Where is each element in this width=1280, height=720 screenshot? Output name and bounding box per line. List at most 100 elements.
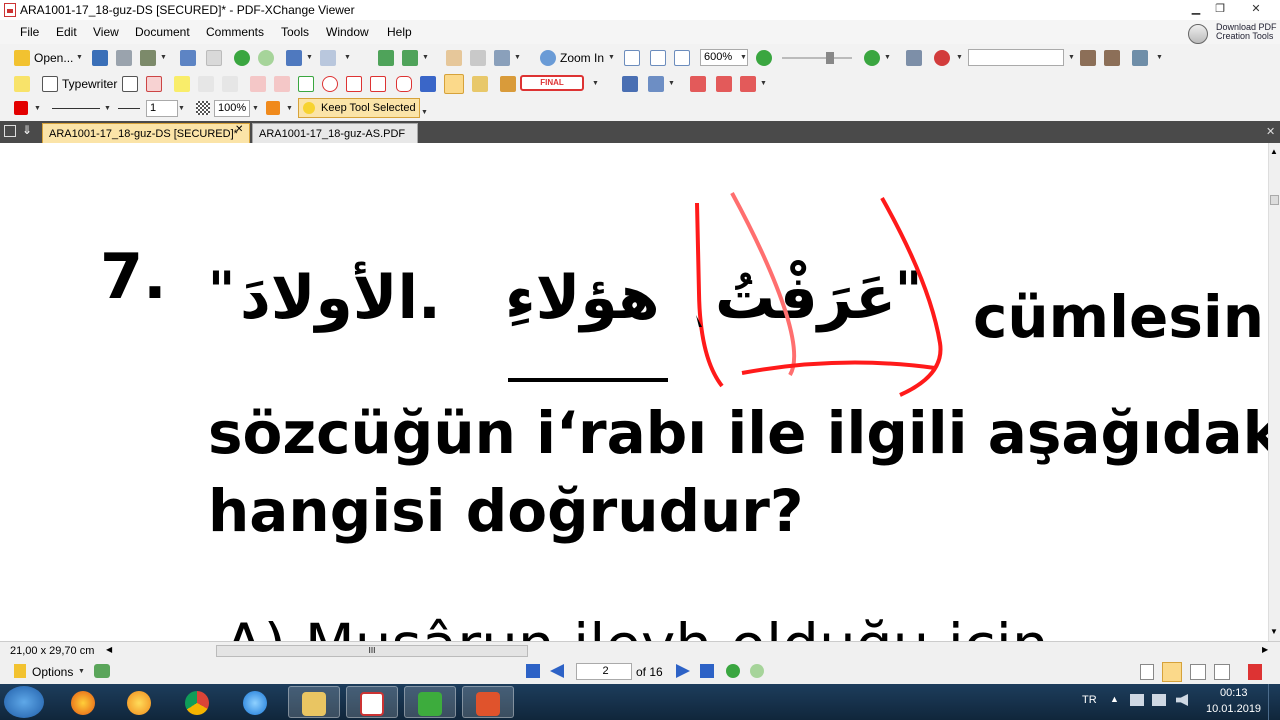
snapshot-icon[interactable] xyxy=(494,50,510,66)
clock-time[interactable]: 00:13 xyxy=(1220,687,1248,699)
search-input[interactable] xyxy=(968,49,1064,66)
tab-list-icon[interactable]: ⇓ xyxy=(22,123,32,137)
rectangle-icon[interactable] xyxy=(298,76,314,92)
attach-file-icon[interactable] xyxy=(622,76,638,92)
line-width-dropdown-icon[interactable]: ▼ xyxy=(178,105,185,112)
pdf-export-icon[interactable] xyxy=(1248,664,1262,680)
zoom-dropdown-icon[interactable]: ▼ xyxy=(740,54,747,61)
zoom-plus-icon[interactable] xyxy=(864,50,880,66)
current-page-field[interactable]: 2 xyxy=(576,663,632,680)
scan-icon[interactable] xyxy=(140,50,156,66)
menu-file[interactable]: File xyxy=(20,25,39,39)
polygon-icon[interactable] xyxy=(346,76,362,92)
properties-icon[interactable] xyxy=(180,50,196,66)
options-dropdown-icon[interactable]: ▼ xyxy=(78,668,85,675)
menu-tools[interactable]: Tools xyxy=(281,25,309,39)
taskbar-camtasia-red[interactable] xyxy=(462,686,514,718)
zoom-in-label[interactable]: Zoom In xyxy=(560,51,604,65)
zoom-plus-dropdown-icon[interactable]: ▼ xyxy=(884,54,891,61)
redo-icon[interactable] xyxy=(320,50,336,66)
cloud-icon[interactable] xyxy=(396,76,412,92)
fit-width-icon[interactable] xyxy=(674,50,690,66)
search-dropdown-icon[interactable]: ▼ xyxy=(1068,54,1075,61)
action-center-icon[interactable] xyxy=(1130,694,1144,706)
text-box-icon[interactable] xyxy=(122,76,138,92)
measure-distance-icon[interactable] xyxy=(690,76,706,92)
measure-dropdown-icon[interactable]: ▼ xyxy=(760,80,767,87)
tools-dropdown-icon[interactable]: ▼ xyxy=(1156,54,1163,61)
style-dropdown-icon[interactable]: ▼ xyxy=(286,105,293,112)
close-button[interactable]: ✕ xyxy=(1236,0,1276,18)
fit-page-icon[interactable] xyxy=(650,50,666,66)
menu-edit[interactable]: Edit xyxy=(56,25,77,39)
taskbar-explorer[interactable] xyxy=(288,686,340,718)
close-all-tabs-icon[interactable]: ✕ xyxy=(1266,125,1275,138)
pencil-icon[interactable] xyxy=(444,74,464,94)
menu-window[interactable]: Window xyxy=(326,25,369,39)
stamp-icon[interactable] xyxy=(500,76,516,92)
show-desktop-button[interactable] xyxy=(1268,684,1280,720)
vertical-scrollbar[interactable]: ▲ ▼ xyxy=(1268,143,1280,641)
tools-options-icon[interactable] xyxy=(1132,50,1148,66)
taskbar-media-player[interactable] xyxy=(114,686,166,718)
tab-document-as[interactable]: ARA1001-17_18-guz-AS.PDF xyxy=(252,123,418,143)
taskbar-chrome[interactable] xyxy=(172,686,224,718)
menu-view[interactable]: View xyxy=(93,25,119,39)
tab-document-ds[interactable]: ARA1001-17_18-guz-DS [SECURED]* ✕ xyxy=(42,123,250,143)
line-style-swatch[interactable] xyxy=(52,108,100,109)
line-width-field[interactable]: 1 xyxy=(146,100,178,117)
pin-icon[interactable] xyxy=(420,76,436,92)
arrow-icon[interactable] xyxy=(250,76,266,92)
redo-dropdown-icon[interactable]: ▼ xyxy=(344,54,351,61)
volume-icon[interactable] xyxy=(1176,694,1188,706)
nav-back-icon[interactable] xyxy=(726,664,740,678)
typewriter-icon[interactable] xyxy=(42,76,58,92)
sound-icon[interactable] xyxy=(648,76,664,92)
hscroll-left-icon[interactable]: ◀ xyxy=(106,645,112,654)
paste-dropdown-icon[interactable]: ▼ xyxy=(422,54,429,61)
options-button[interactable]: Options xyxy=(32,665,73,679)
callout-icon[interactable] xyxy=(146,76,162,92)
prev-page-icon[interactable] xyxy=(550,664,564,678)
snapshot-dropdown-icon[interactable]: ▼ xyxy=(514,54,521,61)
actual-size-icon[interactable] xyxy=(624,50,640,66)
menu-comments[interactable]: Comments xyxy=(206,25,264,39)
paste-icon[interactable] xyxy=(402,50,418,66)
find-icon[interactable] xyxy=(906,50,922,66)
ocr-icon[interactable] xyxy=(206,50,222,66)
open-folder-icon[interactable] xyxy=(14,50,30,66)
taskbar-camtasia-green[interactable] xyxy=(404,686,456,718)
red-pen-annotation[interactable] xyxy=(0,143,1268,641)
zoom-slider[interactable] xyxy=(782,57,852,59)
sound-dropdown-icon[interactable]: ▼ xyxy=(668,80,675,87)
select-text-icon[interactable] xyxy=(470,50,486,66)
final-stamp-preview[interactable]: FINAL xyxy=(520,75,584,91)
scroll-down-icon[interactable]: ▼ xyxy=(1270,627,1278,636)
scroll-up-icon[interactable]: ▲ xyxy=(1270,147,1278,156)
eraser-icon[interactable] xyxy=(472,76,488,92)
print-icon[interactable] xyxy=(116,50,132,66)
highlight-icon[interactable] xyxy=(174,76,190,92)
start-button[interactable] xyxy=(4,686,44,718)
menu-document[interactable]: Document xyxy=(135,25,190,39)
nav-forward-icon[interactable] xyxy=(750,664,764,678)
zoom-slider-handle[interactable] xyxy=(826,52,834,64)
zoom-in-icon[interactable] xyxy=(540,50,556,66)
vertical-scroll-thumb[interactable] xyxy=(1270,195,1279,205)
horizontal-scroll-thumb[interactable]: III xyxy=(216,645,528,657)
hand-tool-icon[interactable] xyxy=(446,50,462,66)
typewriter-label[interactable]: Typewriter xyxy=(62,77,117,91)
network-icon[interactable] xyxy=(1152,694,1166,706)
underline-icon[interactable] xyxy=(222,76,238,92)
opacity-dropdown-icon[interactable]: ▼ xyxy=(252,105,259,112)
minimize-button[interactable]: ▁ xyxy=(1186,0,1206,18)
show-hidden-icons[interactable]: ▲ xyxy=(1110,694,1119,704)
search-prev-icon[interactable] xyxy=(1080,50,1096,66)
download-pdf-tools-button[interactable]: Download PDF Creation Tools xyxy=(1186,22,1278,44)
taskbar-pdf-viewer[interactable] xyxy=(346,686,398,718)
fill-color-dropdown-icon[interactable]: ▼ xyxy=(34,105,41,112)
undo-icon[interactable] xyxy=(286,50,302,66)
undo-dropdown-icon[interactable]: ▼ xyxy=(306,54,313,61)
back-icon[interactable] xyxy=(234,50,250,66)
opacity-field[interactable]: 100% xyxy=(214,100,250,117)
